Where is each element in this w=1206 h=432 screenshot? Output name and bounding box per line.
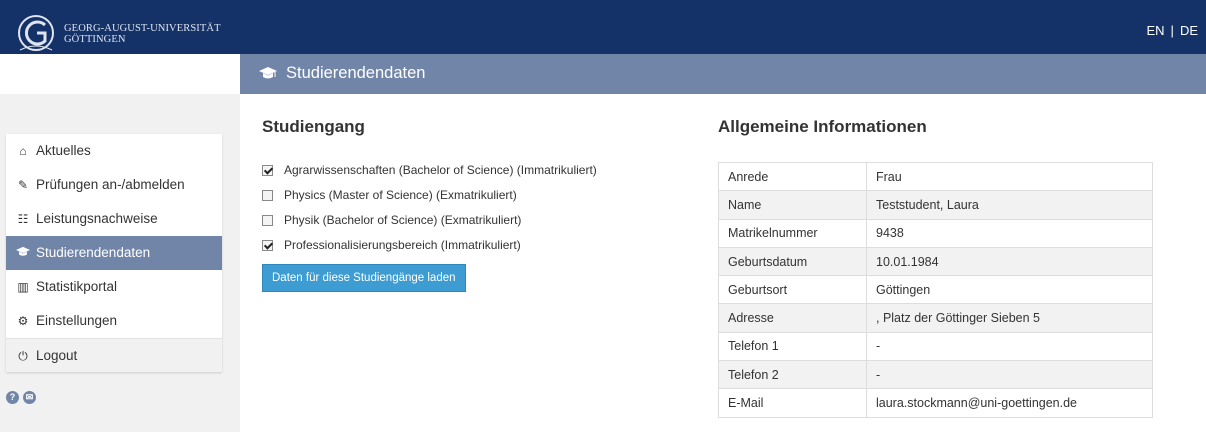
table-row: Name Teststudent, Laura (718, 190, 1153, 220)
university-seal-icon (18, 15, 54, 51)
info-key: Name (718, 190, 867, 220)
graduation-cap-icon (259, 67, 277, 79)
info-key: E-Mail (718, 388, 867, 418)
info-key: Matrikelnummer (718, 218, 867, 248)
table-row: Telefon 2- (718, 360, 1153, 390)
studiengang-list: Agrarwissenschaften (Bachelor of Science… (262, 163, 597, 263)
sidebar-item-label: Logout (36, 348, 78, 363)
table-row: E-Mail laura.stockmann@uni-goettingen.de (718, 388, 1153, 418)
info-heading: Allgemeine Informationen (718, 117, 927, 136)
top-bar: GEORG-AUGUST-UNIVERSITÄT GÖTTINGEN EN | DE (0, 0, 1206, 54)
list-item: Physics (Master of Science) (Exmatrikuli… (262, 188, 597, 213)
sidebar-item-label: Aktuelles (36, 143, 91, 158)
university-name-line1: GEORG-AUGUST-UNIVERSITÄT (64, 23, 221, 34)
gear-icon: ⚙ (17, 314, 29, 328)
bar-chart-icon: ▥ (17, 280, 29, 294)
studiengang-heading: Studiengang (262, 117, 365, 136)
study-label: Agrarwissenschaften (Bachelor of Science… (284, 163, 597, 177)
mail-icon[interactable]: ✉ (23, 391, 36, 404)
university-logo[interactable]: GEORG-AUGUST-UNIVERSITÄT GÖTTINGEN (6, 12, 266, 72)
graduation-cap-svg (16, 246, 30, 256)
table-row: Anrede Frau (718, 161, 1153, 192)
sidebar-item-leistungsnachweise[interactable]: ☷ Leistungsnachweise (6, 202, 222, 236)
info-value: Frau (866, 161, 1153, 192)
list-item: Physik (Bachelor of Science) (Exmatrikul… (262, 213, 597, 238)
info-key: Geburtsdatum (718, 246, 867, 277)
table-row: Geburtsdatum 10.01.1984 (718, 246, 1153, 277)
sidebar-item-aktuelles[interactable]: ⌂ Aktuelles (6, 134, 222, 168)
info-value: , Platz der Göttinger Sieben 5 (866, 303, 1153, 333)
sidebar-item-label: Prüfungen an-/abmelden (36, 177, 185, 192)
sidebar-item-pruefungen[interactable]: ✎ Prüfungen an-/abmelden (6, 168, 222, 202)
graduation-cap-icon (15, 236, 31, 270)
sidebar-item-label: Einstellungen (36, 313, 118, 328)
lang-en-link[interactable]: EN (1146, 23, 1164, 38)
load-studies-button[interactable]: Daten für diese Studiengänge laden (262, 264, 466, 292)
study-checkbox[interactable] (262, 240, 273, 251)
table-row: Adresse, Platz der Göttinger Sieben 5 (718, 303, 1153, 333)
language-switch: EN | DE (1146, 23, 1198, 38)
study-label: Physik (Bachelor of Science) (Exmatrikul… (284, 213, 522, 227)
info-value: laura.stockmann@uni-goettingen.de (866, 388, 1153, 418)
sidebar-item-label: Leistungsnachweise (36, 211, 158, 226)
info-value: - (866, 360, 1153, 390)
info-key: Anrede (718, 161, 867, 192)
page-title: Studierendendaten (286, 64, 426, 82)
power-icon: ⏻ (18, 349, 28, 363)
help-icon[interactable]: ? (6, 391, 19, 404)
study-checkbox[interactable] (262, 215, 273, 226)
university-name: GEORG-AUGUST-UNIVERSITÄT GÖTTINGEN (64, 23, 221, 45)
lang-de-link[interactable]: DE (1180, 23, 1198, 38)
info-value: - (866, 331, 1153, 362)
sidebar-menu: ⌂ Aktuelles ✎ Prüfungen an-/abmelden ☷ Leis… (6, 134, 222, 372)
sidebar-item-studierendendaten[interactable]: Studierendendaten (6, 236, 222, 270)
info-value: 9438 (866, 218, 1153, 248)
info-value: Teststudent, Laura (866, 190, 1153, 220)
info-key: Telefon 2 (718, 360, 867, 390)
info-key: Adresse (718, 303, 867, 333)
sidebar-item-logout[interactable]: ⏻ Logout (6, 338, 222, 372)
sidebar: ⌂ Aktuelles ✎ Prüfungen an-/abmelden ☷ Leis… (0, 94, 240, 432)
info-table: Anrede Frau Name Teststudent, Laura Matrik… (718, 161, 1153, 418)
table-row: Telefon 1- (718, 331, 1153, 362)
page-header: Studierendendaten (240, 54, 1206, 94)
info-value: Göttingen (866, 275, 1153, 305)
study-checkbox[interactable] (262, 165, 273, 176)
university-name-line2: GÖTTINGEN (64, 34, 126, 45)
table-row: Matrikelnummer 9438 (718, 218, 1153, 248)
study-label: Physics (Master of Science) (Exmatrikuli… (284, 188, 517, 202)
sidebar-item-label: Studierendendaten (36, 245, 151, 260)
home-icon: ⌂ (19, 144, 27, 158)
sidebar-item-label: Statistikportal (36, 279, 118, 294)
list-item: Professionalisierungsbereich (Immatrikul… (262, 238, 597, 263)
study-checkbox[interactable] (262, 190, 273, 201)
list-item: Agrarwissenschaften (Bachelor of Science… (262, 163, 597, 188)
study-label: Professionalisierungsbereich (Immatrikul… (284, 238, 521, 252)
info-key: Telefon 1 (718, 331, 867, 362)
sidebar-item-statistikportal[interactable]: ▥ Statistikportal (6, 270, 222, 304)
edit-icon: ✎ (17, 178, 29, 192)
list-icon: ☷ (17, 212, 29, 226)
info-value: 10.01.1984 (866, 246, 1153, 277)
sidebar-item-einstellungen[interactable]: ⚙ Einstellungen (6, 304, 222, 338)
help-icons: ? ✉ (6, 387, 40, 405)
table-row: Geburtsort Göttingen (718, 275, 1153, 305)
lang-separator: | (1170, 23, 1174, 38)
info-key: Geburtsort (718, 275, 867, 305)
